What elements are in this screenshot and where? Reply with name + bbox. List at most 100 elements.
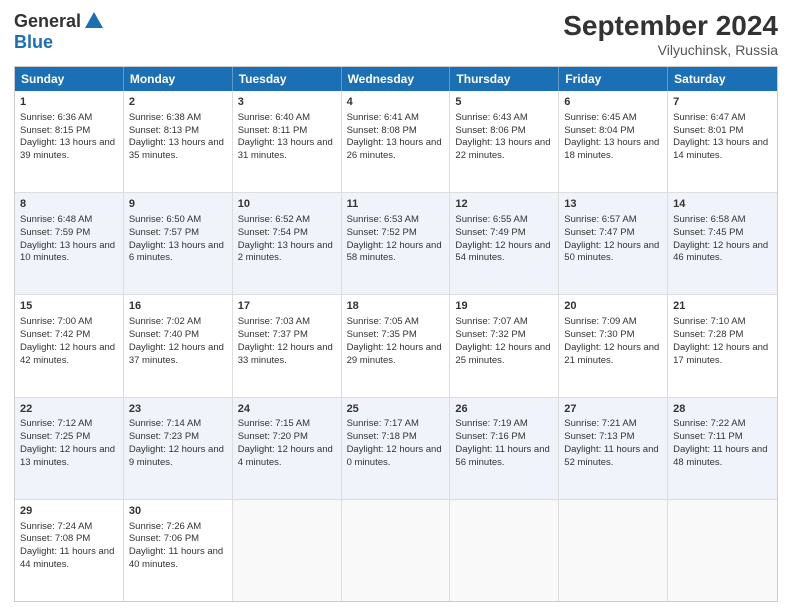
- sunrise-text: Sunrise: 6:38 AM: [129, 112, 201, 123]
- sunrise-text: Sunrise: 6:53 AM: [347, 214, 419, 225]
- cal-cell-day-10: 10Sunrise: 6:52 AMSunset: 7:54 PMDayligh…: [233, 193, 342, 294]
- sunset-text: Sunset: 7:30 PM: [564, 329, 634, 340]
- cal-row-3: 22Sunrise: 7:12 AMSunset: 7:25 PMDayligh…: [15, 397, 777, 499]
- cal-header-sunday: Sunday: [15, 67, 124, 91]
- sunset-text: Sunset: 7:25 PM: [20, 431, 90, 442]
- day-number: 10: [238, 197, 336, 212]
- cal-cell-day-15: 15Sunrise: 7:00 AMSunset: 7:42 PMDayligh…: [15, 295, 124, 396]
- daylight-label: Daylight: 13 hours and 35 minutes.: [129, 137, 224, 161]
- daylight-label: Daylight: 13 hours and 26 minutes.: [347, 137, 442, 161]
- sunrise-text: Sunrise: 7:09 AM: [564, 316, 636, 327]
- sunset-text: Sunset: 8:08 PM: [347, 125, 417, 136]
- cal-cell-day-5: 5Sunrise: 6:43 AMSunset: 8:06 PMDaylight…: [450, 91, 559, 192]
- daylight-label: Daylight: 13 hours and 22 minutes.: [455, 137, 550, 161]
- cal-cell-day-9: 9Sunrise: 6:50 AMSunset: 7:57 PMDaylight…: [124, 193, 233, 294]
- day-number: 16: [129, 299, 227, 314]
- cal-cell-day-8: 8Sunrise: 6:48 AMSunset: 7:59 PMDaylight…: [15, 193, 124, 294]
- sunrise-text: Sunrise: 6:41 AM: [347, 112, 419, 123]
- cal-header-saturday: Saturday: [668, 67, 777, 91]
- title-block: September 2024 Vilyuchinsk, Russia: [563, 10, 778, 58]
- cal-cell-day-26: 26Sunrise: 7:19 AMSunset: 7:16 PMDayligh…: [450, 398, 559, 499]
- cal-cell-day-20: 20 Sunrise: 7:09 AM Sunset: 7:30 PM Dayligh…: [559, 295, 668, 396]
- sunrise-text: Sunrise: 6:45 AM: [564, 112, 636, 123]
- sunrise-text: Sunrise: 6:43 AM: [455, 112, 527, 123]
- sunrise-text: Sunrise: 7:07 AM: [455, 316, 527, 327]
- daylight-label: Daylight: 12 hours and 21 minutes.: [564, 342, 659, 366]
- sunset-text: Sunset: 8:13 PM: [129, 125, 199, 136]
- calendar-header: SundayMondayTuesdayWednesdayThursdayFrid…: [15, 67, 777, 91]
- sunrise-text: Sunrise: 7:17 AM: [347, 418, 419, 429]
- cal-cell-day-7: 7Sunrise: 6:47 AMSunset: 8:01 PMDaylight…: [668, 91, 777, 192]
- sunrise-text: Sunrise: 7:05 AM: [347, 316, 419, 327]
- daylight-label: Daylight: 11 hours and 48 minutes.: [673, 444, 767, 468]
- month-title: September 2024: [563, 10, 778, 42]
- sunset-text: Sunset: 7:42 PM: [20, 329, 90, 340]
- sunset-text: Sunset: 7:35 PM: [347, 329, 417, 340]
- cal-cell-day-28: 28Sunrise: 7:22 AMSunset: 7:11 PMDayligh…: [668, 398, 777, 499]
- sunrise-text: Sunrise: 7:26 AM: [129, 521, 201, 532]
- day-number: 19: [455, 299, 553, 314]
- cal-cell-day-27: 27Sunrise: 7:21 AMSunset: 7:13 PMDayligh…: [559, 398, 668, 499]
- sunset-text: Sunset: 7:18 PM: [347, 431, 417, 442]
- cal-cell-empty: [233, 500, 342, 601]
- cal-cell-day-22: 22Sunrise: 7:12 AMSunset: 7:25 PMDayligh…: [15, 398, 124, 499]
- cal-cell-day-3: 3Sunrise: 6:40 AMSunset: 8:11 PMDaylight…: [233, 91, 342, 192]
- daylight-label: Daylight: 13 hours and 2 minutes.: [238, 240, 333, 264]
- day-number: 1: [20, 95, 118, 110]
- day-number: 24: [238, 402, 336, 417]
- day-number: 27: [564, 402, 662, 417]
- cal-cell-day-1: 1Sunrise: 6:36 AMSunset: 8:15 PMDaylight…: [15, 91, 124, 192]
- cal-cell-day-30: 30Sunrise: 7:26 AMSunset: 7:06 PMDayligh…: [124, 500, 233, 601]
- day-number: 20: [564, 299, 662, 314]
- daylight-label: Daylight: 12 hours and 37 minutes.: [129, 342, 224, 366]
- logo-general-text: General: [14, 11, 81, 32]
- day-number: 22: [20, 402, 118, 417]
- sunrise-text: Sunrise: 6:50 AM: [129, 214, 201, 225]
- sunset-text: Sunset: 7:45 PM: [673, 227, 743, 238]
- day-number: 13: [564, 197, 662, 212]
- sunrise-text: Sunrise: 6:58 AM: [673, 214, 745, 225]
- sunset-text: Sunset: 8:04 PM: [564, 125, 634, 136]
- day-number: 7: [673, 95, 772, 110]
- day-number: 29: [20, 504, 118, 519]
- daylight-label: Daylight: 12 hours and 9 minutes.: [129, 444, 224, 468]
- day-number: 4: [347, 95, 445, 110]
- daylight-label: Daylight: 12 hours and 13 minutes.: [20, 444, 115, 468]
- daylight-label: Daylight: 12 hours and 42 minutes.: [20, 342, 115, 366]
- day-number: 15: [20, 299, 118, 314]
- day-number: 9: [129, 197, 227, 212]
- cal-row-0: 1 Sunrise: 6:36 AM Sunset: 8:15 PM Daylight…: [15, 91, 777, 192]
- sunset-text: Sunset: 7:40 PM: [129, 329, 199, 340]
- cal-cell-day-11: 11Sunrise: 6:53 AMSunset: 7:52 PMDayligh…: [342, 193, 451, 294]
- daylight-label: Daylight: 12 hours and 54 minutes.: [455, 240, 550, 264]
- cal-cell-day-21: 21Sunrise: 7:10 AMSunset: 7:28 PMDayligh…: [668, 295, 777, 396]
- page: General Blue September 2024 Vilyuchinsk,…: [0, 0, 792, 612]
- sunset-text: Sunset: 8:15 PM: [20, 125, 90, 136]
- location: Vilyuchinsk, Russia: [563, 42, 778, 58]
- day-number: 8: [20, 197, 118, 212]
- cal-header-wednesday: Wednesday: [342, 67, 451, 91]
- daylight-label: Daylight: 11 hours and 52 minutes.: [564, 444, 658, 468]
- sunrise-text: Sunrise: 6:36 AM: [20, 112, 92, 123]
- sunset-text: Sunset: 7:52 PM: [347, 227, 417, 238]
- sunrise-text: Sunrise: 6:55 AM: [455, 214, 527, 225]
- cal-cell-day-16: 16Sunrise: 7:02 AMSunset: 7:40 PMDayligh…: [124, 295, 233, 396]
- sunset-text: Sunset: 7:54 PM: [238, 227, 308, 238]
- daylight-label: Daylight: 11 hours and 40 minutes.: [129, 546, 223, 570]
- logo-icon: [83, 10, 105, 32]
- sunset-text: Sunset: 7:08 PM: [20, 533, 90, 544]
- cal-cell-day-18: 18Sunrise: 7:05 AMSunset: 7:35 PMDayligh…: [342, 295, 451, 396]
- daylight-label: Daylight: 12 hours and 17 minutes.: [673, 342, 768, 366]
- sunset-text: Sunset: 7:28 PM: [673, 329, 743, 340]
- sunset-text: Sunset: 7:16 PM: [455, 431, 525, 442]
- cal-cell-day-23: 23Sunrise: 7:14 AMSunset: 7:23 PMDayligh…: [124, 398, 233, 499]
- daylight-label: Daylight: 13 hours and 10 minutes.: [20, 240, 115, 264]
- day-number: 21: [673, 299, 772, 314]
- day-number: 5: [455, 95, 553, 110]
- cal-header-tuesday: Tuesday: [233, 67, 342, 91]
- daylight-label: Daylight: 12 hours and 25 minutes.: [455, 342, 550, 366]
- cal-cell-day-13: 13Sunrise: 6:57 AMSunset: 7:47 PMDayligh…: [559, 193, 668, 294]
- daylight-label: Daylight: 12 hours and 4 minutes.: [238, 444, 333, 468]
- sunset-text: Sunset: 7:37 PM: [238, 329, 308, 340]
- day-number: 17: [238, 299, 336, 314]
